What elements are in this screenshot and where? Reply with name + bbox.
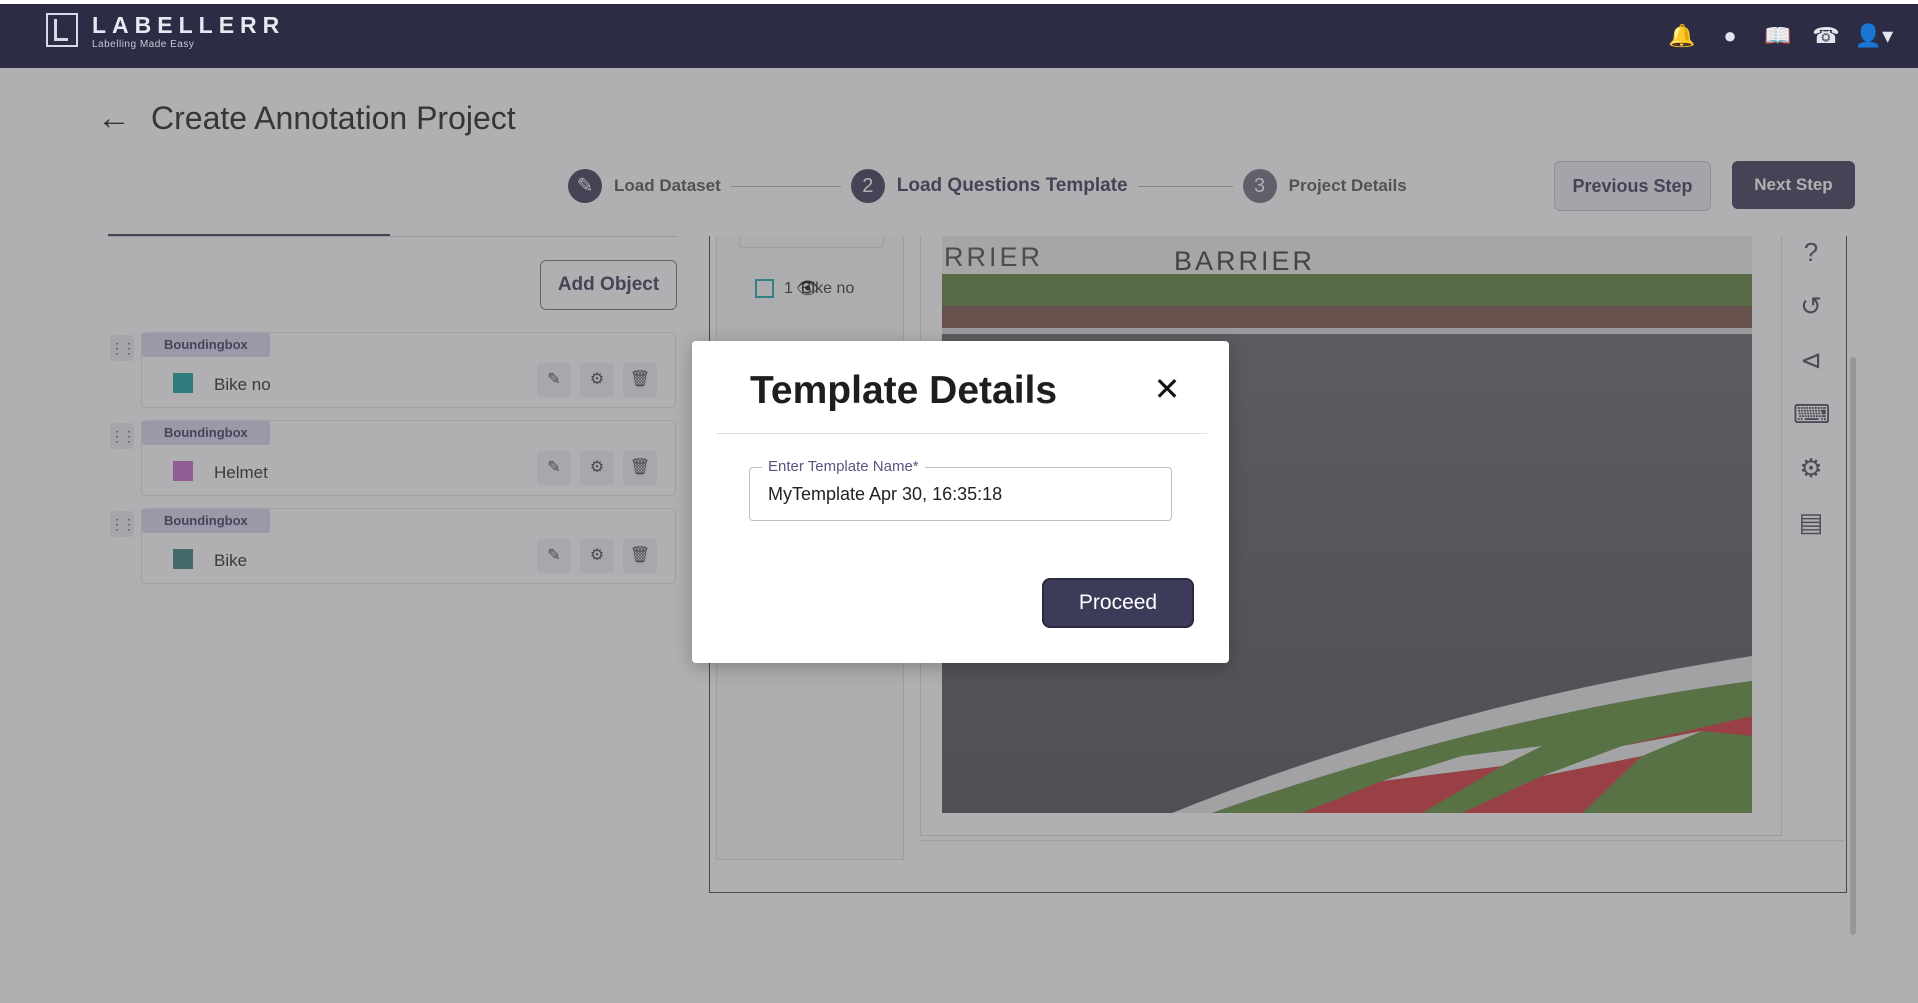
modal-title: Template Details [750, 369, 1058, 412]
bell-icon[interactable]: 🔔 [1658, 22, 1706, 50]
app-name: LABELLERR [92, 12, 286, 38]
template-name-field: Enter Template Name* [749, 458, 1172, 521]
field-label: Enter Template Name* [762, 458, 925, 475]
app-logo[interactable]: LABELLERR Labelling Made Easy [46, 13, 285, 50]
support-icon[interactable]: ☎ [1802, 22, 1850, 50]
top-navbar: LABELLERR Labelling Made Easy 🔔 ● 📖 ☎ 👤▾ [0, 4, 1918, 68]
proceed-button[interactable]: Proceed [1042, 578, 1194, 628]
template-details-modal: Template Details ✕ Enter Template Name* … [692, 341, 1229, 663]
close-icon[interactable]: ✕ [1147, 369, 1187, 409]
book-icon[interactable]: 📖 [1754, 22, 1802, 50]
team-icon[interactable]: ● [1706, 22, 1754, 50]
app-tagline: Labelling Made Easy [92, 39, 195, 50]
template-name-input[interactable] [768, 482, 1158, 506]
logo-icon [46, 13, 78, 47]
divider [716, 433, 1207, 434]
user-icon[interactable]: 👤▾ [1850, 22, 1898, 50]
